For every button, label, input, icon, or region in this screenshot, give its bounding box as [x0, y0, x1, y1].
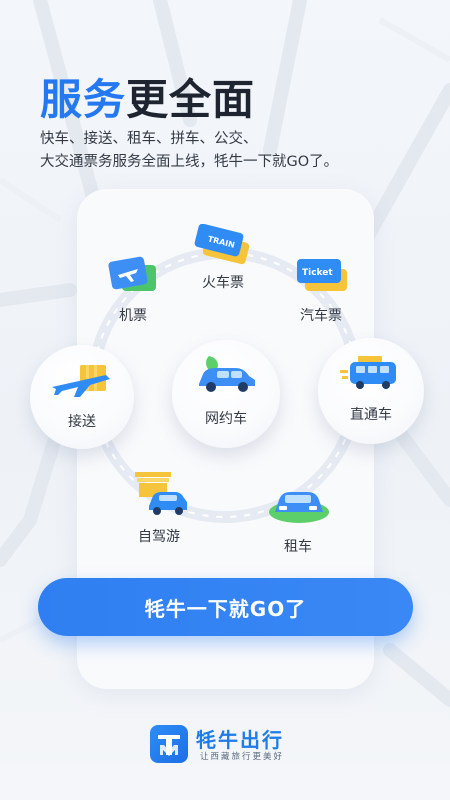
service-flight[interactable]: 机票: [88, 255, 178, 327]
service-label-bus-ticket: 汽车票: [300, 308, 342, 324]
service-ride-hailing[interactable]: 网约车: [172, 340, 280, 448]
ticket-icon-text: Ticket: [302, 268, 333, 278]
yak-logo-icon: [158, 735, 180, 756]
service-label-self-drive: 自驾游: [138, 529, 180, 545]
train-ticket-icon: TRAIN: [194, 224, 250, 265]
service-self-drive[interactable]: 自驾游: [114, 466, 204, 550]
cta-go-button[interactable]: 牦牛一下就GO了: [38, 578, 413, 636]
service-shuttle[interactable]: 直通车: [318, 338, 424, 444]
service-rental[interactable]: 租车: [253, 484, 343, 558]
brand-logo: [150, 725, 188, 763]
self-drive-car-icon: [135, 472, 187, 515]
service-pickup[interactable]: 接送: [30, 345, 134, 449]
pickup-plane-icon: [52, 365, 110, 397]
service-label-shuttle: 直通车: [350, 407, 392, 423]
brand-footer: 牦牛出行 让西藏旅行更美好: [150, 722, 310, 766]
bus-ticket-icon: Ticket: [297, 259, 347, 291]
service-label-flight: 机票: [119, 308, 147, 324]
service-label-rental: 租车: [284, 539, 312, 555]
shuttle-bus-icon: [340, 356, 396, 389]
ride-hailing-car-icon: [199, 356, 255, 392]
service-label-train: 火车票: [202, 275, 244, 291]
rental-car-icon: [269, 492, 329, 523]
service-label-ride-hailing: 网约车: [205, 411, 247, 427]
service-label-pickup: 接送: [68, 414, 96, 430]
service-train-ticket[interactable]: TRAIN 火车票: [178, 224, 268, 294]
brand-name: 牦牛出行: [196, 728, 284, 752]
brand-slogan: 让西藏旅行更美好: [200, 752, 285, 762]
service-bus-ticket[interactable]: Ticket 汽车票: [276, 255, 366, 327]
flight-ticket-icon: [108, 256, 156, 291]
